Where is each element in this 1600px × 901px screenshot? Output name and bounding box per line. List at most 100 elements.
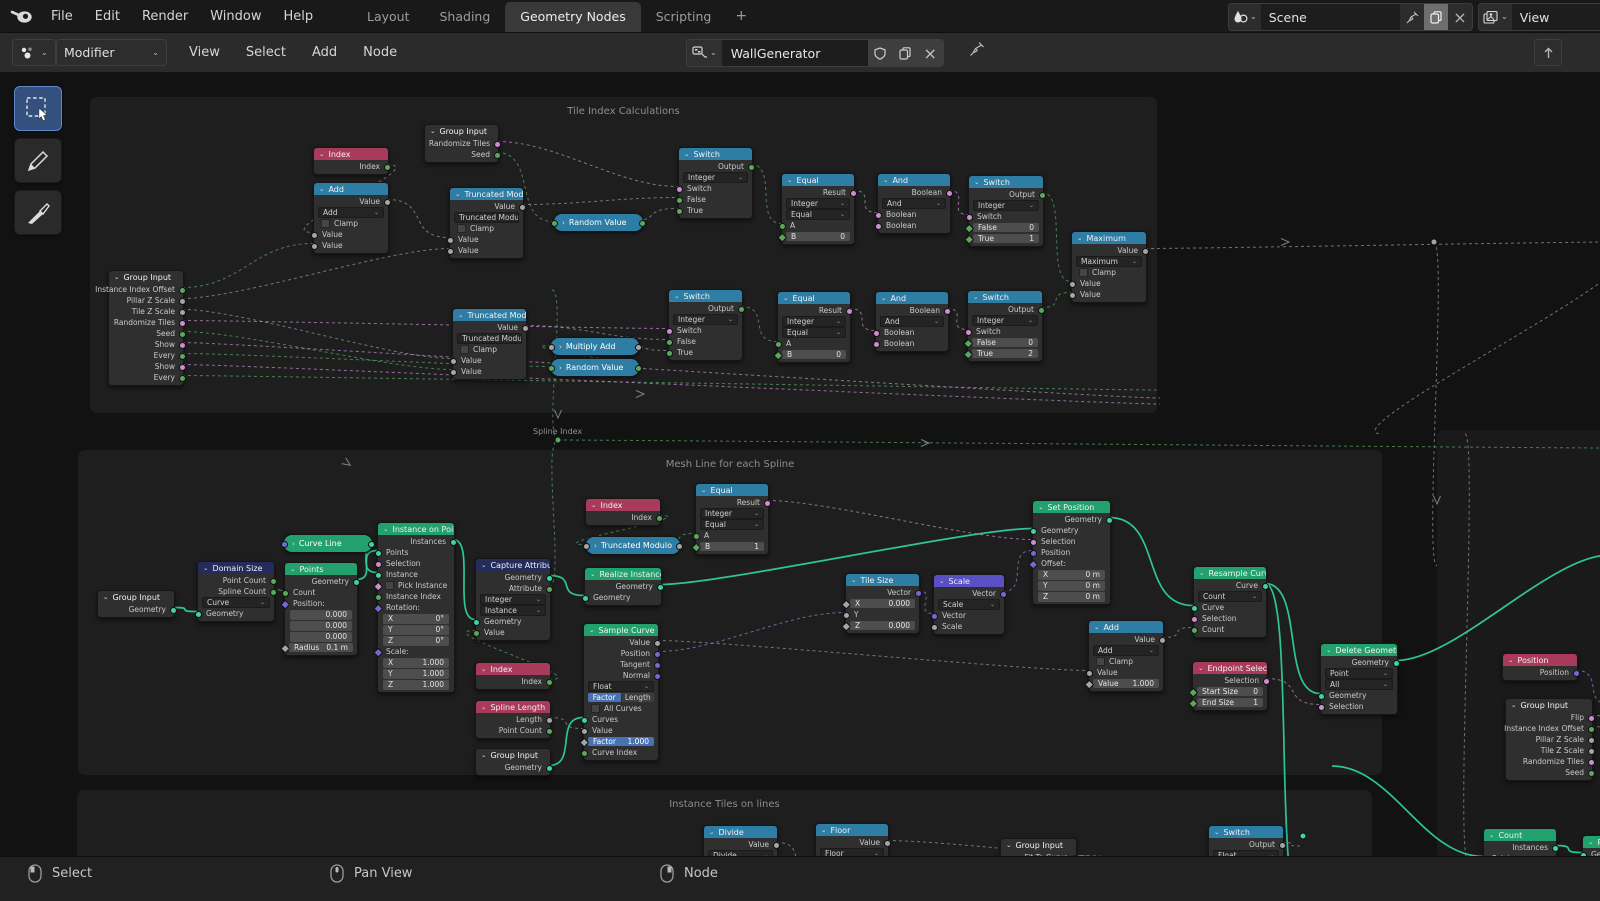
- scale-node[interactable]: ⌄ Scale Vector Scale ⌄ Vector Scale: [931, 574, 1007, 635]
- vector-field[interactable]: 0.000: [290, 620, 352, 631]
- vector-field[interactable]: Y0 m: [1038, 580, 1105, 591]
- value-field-b[interactable]: B1: [700, 542, 764, 551]
- dropdown-count[interactable]: Count ⌄: [1198, 591, 1262, 602]
- editor-menu-select[interactable]: Select: [233, 45, 299, 60]
- workspace-tab-scripting[interactable]: Scripting: [641, 2, 727, 32]
- socket[interactable]: [915, 589, 922, 597]
- workspace-tab-geometry-nodes[interactable]: Geometry Nodes: [505, 2, 641, 32]
- socket[interactable]: [965, 328, 972, 336]
- equal-node[interactable]: ⌄ Equal Result Integer ⌄ Equal ⌄ A B 1: [691, 483, 771, 555]
- value-field-true[interactable]: True 2: [972, 349, 1038, 358]
- socket[interactable]: [384, 198, 391, 206]
- viewlayer-name[interactable]: View: [1511, 4, 1600, 30]
- socket[interactable]: [353, 578, 360, 586]
- menu-file[interactable]: File: [40, 9, 84, 24]
- scene-icon[interactable]: ⌄: [1229, 10, 1261, 24]
- switch-node[interactable]: ⌄ Switch Output Integer ⌄ Switch False 0 True 2: [963, 290, 1045, 362]
- socket[interactable]: [676, 542, 683, 550]
- dropdown-add[interactable]: Add ⌄: [318, 207, 384, 218]
- vector-field[interactable]: X0 m: [1038, 569, 1105, 580]
- socket[interactable]: [1588, 769, 1595, 777]
- go-to-parent-button[interactable]: [1534, 39, 1562, 66]
- socket[interactable]: [546, 574, 553, 582]
- checkbox[interactable]: [1079, 268, 1088, 277]
- socket[interactable]: [179, 330, 186, 338]
- dropdown-truncated-modulo[interactable]: Truncated Modulo⌄: [457, 333, 522, 344]
- socket[interactable]: [179, 286, 186, 294]
- fake-user-shield-icon[interactable]: [868, 40, 893, 66]
- position-node[interactable]: ⌄ Position Position: [1502, 653, 1580, 681]
- socket[interactable]: [875, 222, 882, 230]
- node-tree-name[interactable]: WallGenerator: [722, 46, 868, 61]
- equal-node[interactable]: ⌄ Equal Result Integer ⌄ Equal ⌄ A B 0: [777, 173, 857, 245]
- dropdown-truncated-modulo[interactable]: Truncated Modulo⌄: [454, 212, 519, 223]
- domain-size-node[interactable]: ⌄ Domain Size Point Count Spline Count Curve…: [195, 561, 277, 622]
- socket[interactable]: [884, 839, 891, 847]
- group-input-node[interactable]: ⌄Group InputFit To Curve: [1000, 838, 1079, 856]
- socket[interactable]: [1318, 692, 1325, 700]
- value-field-value[interactable]: Value 1.000: [1093, 679, 1159, 688]
- spline-length-node[interactable]: ⌄ Spline Length Length Point Count: [475, 700, 553, 739]
- socket[interactable]: [773, 841, 780, 849]
- socket[interactable]: [368, 540, 375, 548]
- value-field-b[interactable]: B0: [782, 350, 846, 359]
- vector-field[interactable]: Z 1.000: [383, 679, 449, 690]
- checkbox[interactable]: [460, 345, 469, 354]
- socket[interactable]: [546, 716, 553, 724]
- vector-field[interactable]: Y 0°: [383, 624, 449, 635]
- scene-selector[interactable]: ⌄ Scene ×: [1228, 3, 1473, 31]
- tile-size-node[interactable]: ⌄ Tile Size Vector X 0.000 Y Z 0.000: [841, 573, 922, 634]
- socket[interactable]: [179, 297, 186, 305]
- vector-field[interactable]: Y 1.000: [383, 668, 449, 679]
- socket[interactable]: [548, 343, 555, 351]
- instance-on-points-node[interactable]: ⌄Instance on PointsInstancesPointsSelect…: [373, 522, 457, 693]
- checkbox[interactable]: [321, 219, 330, 228]
- copy-icon[interactable]: [1424, 4, 1448, 30]
- socket[interactable]: [522, 324, 529, 332]
- menu-edit[interactable]: Edit: [84, 9, 131, 24]
- socket[interactable]: [666, 327, 673, 335]
- socket[interactable]: [654, 639, 661, 647]
- socket[interactable]: [581, 749, 588, 757]
- socket[interactable]: [450, 538, 457, 546]
- group-input-node[interactable]: ⌄ Group Input Randomize Tiles Seed: [424, 124, 501, 163]
- socket[interactable]: [270, 577, 277, 585]
- vector-field[interactable]: X 0°: [383, 613, 449, 624]
- socket[interactable]: [850, 189, 857, 197]
- socket[interactable]: [1588, 758, 1595, 766]
- socket[interactable]: [654, 650, 661, 658]
- value-field-false[interactable]: False 0: [973, 223, 1039, 232]
- realize-instances-node[interactable]: ⌄Realize InstancesGeometry: [1580, 835, 1600, 856]
- socket[interactable]: [582, 594, 589, 602]
- socket[interactable]: [676, 207, 683, 215]
- socket[interactable]: [581, 716, 588, 724]
- vector-field[interactable]: Z 0°: [383, 635, 449, 646]
- socket[interactable]: [179, 374, 186, 382]
- dropdown-scale[interactable]: Scale ⌄: [938, 599, 1000, 610]
- workspace-tab-shading[interactable]: Shading: [425, 2, 506, 32]
- random-value-node[interactable]: › Random Value: [548, 358, 642, 377]
- socket[interactable]: [447, 247, 454, 255]
- socket[interactable]: [179, 319, 186, 327]
- add-node[interactable]: ⌄ Add Value Add ⌄ Clamp Value Value: [311, 182, 391, 254]
- socket[interactable]: [654, 672, 661, 680]
- socket[interactable]: [875, 211, 882, 219]
- dropdown-equal[interactable]: Equal ⌄: [700, 519, 764, 530]
- capture-attribute-node[interactable]: ⌄Capture AttributeGeometryAttributeInteg…: [473, 558, 553, 641]
- toggle-factor[interactable]: Factor Length: [588, 693, 654, 702]
- socket[interactable]: [494, 140, 501, 148]
- socket[interactable]: [1263, 677, 1270, 685]
- value-field-factor[interactable]: Factor 1.000: [588, 737, 654, 746]
- scene-name[interactable]: Scene: [1260, 4, 1400, 30]
- delete-geometry-node[interactable]: ⌄Delete GeometryGeometryPoint⌄All⌄Geomet…: [1318, 643, 1400, 715]
- value-field-false[interactable]: False 0: [972, 338, 1038, 347]
- node-tree-selector[interactable]: ⌄ WallGenerator ×: [686, 39, 944, 67]
- dropdown-integer[interactable]: Integer ⌄: [782, 316, 846, 327]
- socket[interactable]: [473, 629, 480, 637]
- socket[interactable]: [635, 343, 642, 351]
- socket[interactable]: [546, 585, 553, 593]
- group-input-node[interactable]: ⌄ Group Input Instance Index Offset Pillar …: [95, 270, 186, 386]
- value-field-true[interactable]: True 1: [973, 234, 1039, 243]
- socket[interactable]: [1552, 844, 1559, 852]
- frame-unlabeled[interactable]: [1437, 430, 1600, 856]
